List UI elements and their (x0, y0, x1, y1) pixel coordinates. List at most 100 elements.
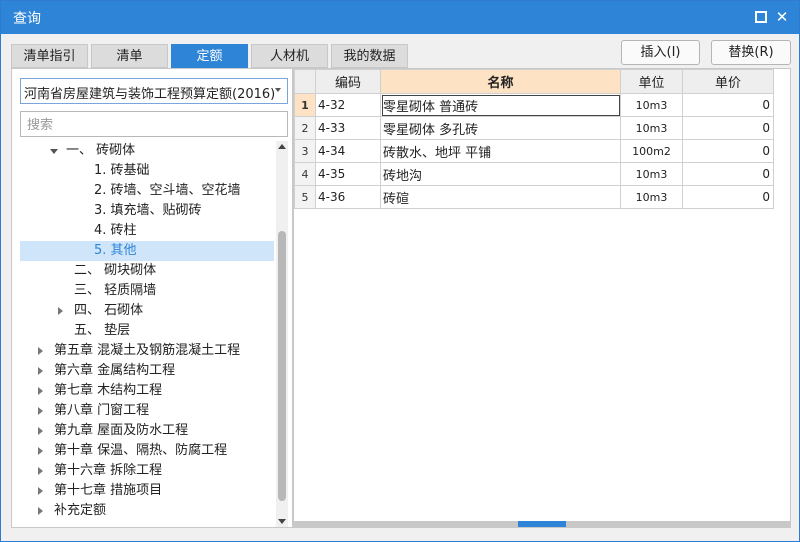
name-cell[interactable]: 零星砌体 普通砖 (380, 93, 621, 117)
collapse-arrow-icon[interactable] (38, 447, 43, 455)
tree-node[interactable]: 第十六章 拆除工程 (20, 461, 274, 481)
title-bar[interactable]: 查询 ✕ (1, 1, 799, 34)
table-horizontal-scrollbar[interactable] (294, 521, 790, 527)
unit-cell[interactable]: 10m3 (620, 162, 683, 186)
unit-cell[interactable]: 10m3 (620, 185, 683, 209)
scroll-up-icon[interactable] (278, 144, 286, 149)
tree-node-label: 第九章 屋面及防水工程 (54, 423, 189, 438)
tree-node[interactable]: 一、 砖砌体 (20, 141, 274, 161)
collapse-arrow-icon[interactable] (38, 427, 43, 435)
tree-scrollbar[interactable] (276, 141, 288, 527)
price-cell[interactable]: 0 (682, 185, 774, 209)
tree-node[interactable]: 1. 砖基础 (20, 161, 274, 181)
tree-node[interactable]: 四、 石砌体 (20, 301, 274, 321)
row-number[interactable]: 3 (294, 139, 316, 163)
table-row[interactable]: 1 4-32 零星砌体 普通砖 10m3 0 (294, 93, 774, 117)
tree-node-label: 第十六章 拆除工程 (54, 463, 163, 478)
row-number[interactable]: 2 (294, 116, 316, 140)
table-row[interactable]: 5 4-36 砖碹 10m3 0 (294, 185, 774, 209)
search-input[interactable] (25, 113, 279, 137)
collapse-arrow-icon[interactable] (38, 347, 43, 355)
name-column-header[interactable]: 名称 (380, 69, 621, 94)
tab-bill-guide[interactable]: 清单指引 (11, 44, 88, 68)
tree-node[interactable]: 补充定额 (20, 501, 274, 521)
collapse-arrow-icon[interactable] (38, 367, 43, 375)
tab-my-data[interactable]: 我的数据 (331, 44, 408, 68)
chapter-tree: 一、 砖砌体 1. 砖基础 2. 砖墙、空斗墙、空花墙 3. 填充墙、贴砌砖 4. 砖柱… (20, 141, 274, 527)
expand-arrow-icon[interactable] (50, 149, 58, 154)
unit-cell[interactable]: 10m3 (620, 116, 683, 140)
scroll-thumb[interactable] (278, 231, 286, 501)
tree-node[interactable]: 2. 砖墙、空斗墙、空花墙 (20, 181, 274, 201)
tab-quota[interactable]: 定额 (171, 44, 248, 68)
unit-column-header[interactable]: 单位 (620, 69, 683, 94)
table-row[interactable]: 4 4-35 砖地沟 10m3 0 (294, 162, 774, 186)
tree-node[interactable]: 第六章 金属结构工程 (20, 361, 274, 381)
tree-node[interactable]: 3. 填充墙、贴砌砖 (20, 201, 274, 221)
left-panel: 河南省房屋建筑与装饰工程预算定额(2016) 一、 砖砌体 1. 砖基础 2. 砖墙… (11, 68, 293, 528)
collapse-arrow-icon[interactable] (38, 407, 43, 415)
tree-node-label: 1. 砖基础 (94, 163, 150, 178)
price-column-header[interactable]: 单价 (682, 69, 774, 94)
price-cell[interactable]: 0 (682, 162, 774, 186)
tab-labor-material-machine[interactable]: 人材机 (251, 44, 328, 68)
unit-cell[interactable]: 100m2 (620, 139, 683, 163)
tree-node[interactable]: 5. 其他 (20, 241, 274, 261)
tab-bill[interactable]: 清单 (91, 44, 168, 68)
row-number[interactable]: 5 (294, 185, 316, 209)
tree-node-label: 第六章 金属结构工程 (54, 363, 176, 378)
close-icon[interactable]: ✕ (774, 9, 790, 25)
code-cell[interactable]: 4-34 (315, 139, 381, 163)
tree-node-label: 四、 石砌体 (74, 303, 144, 318)
bottom-strip (11, 528, 791, 542)
name-cell[interactable]: 砖碹 (380, 185, 621, 209)
tree-node[interactable]: 五、 垫层 (20, 321, 274, 341)
collapse-arrow-icon[interactable] (58, 307, 63, 315)
code-cell[interactable]: 4-33 (315, 116, 381, 140)
tree-node-label: 第七章 木结构工程 (54, 383, 163, 398)
tree-node[interactable]: 二、 砌块砌体 (20, 261, 274, 281)
quota-book-select[interactable]: 河南省房屋建筑与装饰工程预算定额(2016) (20, 78, 288, 104)
code-column-header[interactable]: 编码 (315, 69, 381, 94)
tree-node[interactable]: 三、 轻质隔墙 (20, 281, 274, 301)
tree-node-label: 五、 垫层 (74, 323, 131, 338)
chevron-down-icon[interactable] (275, 88, 281, 92)
quota-table: 编码 名称 单位 单价 1 4-32 零星砌体 普通砖 10m3 0 2 4-33 零星砌体 … (294, 69, 774, 209)
scroll-down-icon[interactable] (278, 519, 286, 524)
tree-node-label: 第八章 门窗工程 (54, 403, 150, 418)
name-cell[interactable]: 砖地沟 (380, 162, 621, 186)
row-number[interactable]: 4 (294, 162, 316, 186)
collapse-arrow-icon[interactable] (38, 487, 43, 495)
tree-node-label: 2. 砖墙、空斗墙、空花墙 (94, 183, 241, 198)
unit-cell[interactable]: 10m3 (620, 93, 683, 117)
tree-node[interactable]: 第十七章 措施项目 (20, 481, 274, 501)
tree-node-label: 第十七章 措施项目 (54, 483, 163, 498)
code-cell[interactable]: 4-35 (315, 162, 381, 186)
tree-node[interactable]: 第五章 混凝土及钢筋混凝土工程 (20, 341, 274, 361)
collapse-arrow-icon[interactable] (38, 507, 43, 515)
price-cell[interactable]: 0 (682, 139, 774, 163)
insert-button[interactable]: 插入(I) (621, 40, 700, 65)
tree-node[interactable]: 第七章 木结构工程 (20, 381, 274, 401)
tree-node[interactable]: 第八章 门窗工程 (20, 401, 274, 421)
tree-node[interactable]: 4. 砖柱 (20, 221, 274, 241)
tree-node-label: 补充定额 (54, 503, 107, 518)
name-cell[interactable]: 零星砌体 多孔砖 (380, 116, 621, 140)
collapse-arrow-icon[interactable] (38, 467, 43, 475)
search-field[interactable] (20, 111, 288, 137)
maximize-icon[interactable] (753, 9, 769, 25)
scroll-grip[interactable] (518, 521, 566, 527)
price-cell[interactable]: 0 (682, 93, 774, 117)
tree-node[interactable]: 第九章 屋面及防水工程 (20, 421, 274, 441)
tree-node[interactable]: 第十章 保温、隔热、防腐工程 (20, 441, 274, 461)
name-cell[interactable]: 砖散水、地坪 平铺 (380, 139, 621, 163)
table-row[interactable]: 2 4-33 零星砌体 多孔砖 10m3 0 (294, 116, 774, 140)
table-row[interactable]: 3 4-34 砖散水、地坪 平铺 100m2 0 (294, 139, 774, 163)
code-cell[interactable]: 4-36 (315, 185, 381, 209)
price-cell[interactable]: 0 (682, 116, 774, 140)
code-cell[interactable]: 4-32 (315, 93, 381, 117)
quota-book-value: 河南省房屋建筑与装饰工程预算定额(2016) (24, 87, 276, 102)
row-number[interactable]: 1 (294, 93, 316, 117)
collapse-arrow-icon[interactable] (38, 387, 43, 395)
replace-button[interactable]: 替换(R) (711, 40, 791, 65)
